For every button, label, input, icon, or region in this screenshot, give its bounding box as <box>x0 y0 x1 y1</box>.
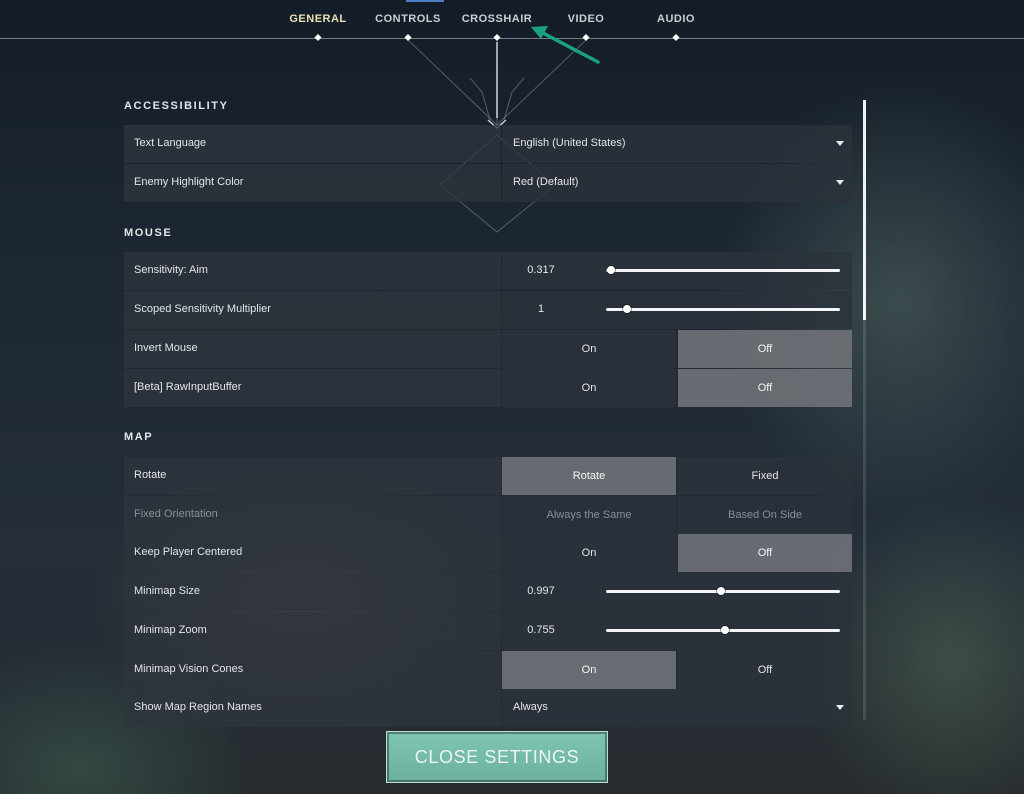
setting-label: Show Map Region Names <box>134 701 262 713</box>
setting-label: Fixed Orientation <box>134 508 218 520</box>
slider-value[interactable]: 0.997 <box>502 585 580 597</box>
slider-value[interactable]: 0.317 <box>502 264 580 276</box>
dropdown-value: Always <box>513 701 548 713</box>
setting-label: Minimap Zoom <box>134 624 207 636</box>
dropdown-value: English (United States) <box>513 137 626 149</box>
dropdown-value: Red (Default) <box>513 176 579 188</box>
setting-row-invert-mouse: Invert Mouse On Off <box>124 330 852 368</box>
close-settings-button[interactable]: CLOSE SETTINGS <box>386 731 608 783</box>
setting-label: Rotate <box>134 469 167 481</box>
always-same-option-button: Always the Same <box>502 496 676 534</box>
tab-audio[interactable]: AUDIO <box>657 13 695 27</box>
caret-down-icon <box>836 180 844 185</box>
rotate-option-button[interactable]: Rotate <box>502 457 676 495</box>
minimap-size-slider[interactable] <box>606 587 840 595</box>
slider-thumb[interactable] <box>623 305 632 313</box>
enemy-highlight-dropdown[interactable]: Red (Default) <box>502 164 852 202</box>
slider-value[interactable]: 0.755 <box>502 624 580 636</box>
setting-label: Keep Player Centered <box>134 546 243 558</box>
setting-row-text-language: Text Language English (United States) <box>124 125 852 163</box>
setting-row-raw-input-buffer: [Beta] RawInputBuffer On Off <box>124 369 852 407</box>
tab-marker <box>582 33 590 42</box>
invert-mouse-off-button[interactable]: Off <box>678 330 852 368</box>
vision-cones-off-button[interactable]: Off <box>678 651 852 689</box>
settings-nav: GENERAL CONTROLS CROSSHAIR VIDEO AUDIO <box>0 0 1024 42</box>
nav-divider <box>0 38 1024 39</box>
setting-label: Sensitivity: Aim <box>134 264 208 276</box>
close-settings-label: CLOSE SETTINGS <box>414 747 580 767</box>
setting-row-keep-player-centered: Keep Player Centered On Off <box>124 534 852 572</box>
keep-centered-off-button[interactable]: Off <box>678 534 852 572</box>
setting-label: Minimap Size <box>134 585 201 597</box>
setting-row-fixed-orientation: Fixed Orientation Always the Same Based … <box>124 496 852 534</box>
scrollbar-thumb[interactable] <box>863 100 866 320</box>
setting-row-enemy-highlight-color: Enemy Highlight Color Red (Default) <box>124 164 852 202</box>
slider-thumb[interactable] <box>721 626 730 634</box>
tab-marker <box>314 33 322 42</box>
tab-marker <box>493 33 501 42</box>
sensitivity-slider[interactable] <box>606 266 840 274</box>
setting-label: Enemy Highlight Color <box>134 176 244 188</box>
setting-row-minimap-size: Minimap Size 0.997 <box>124 573 852 611</box>
tab-crosshair[interactable]: CROSSHAIR <box>462 13 533 27</box>
nav-top-highlight <box>406 0 444 2</box>
settings-scrollbar[interactable] <box>863 100 866 720</box>
tab-video[interactable]: VIDEO <box>568 13 605 27</box>
setting-label: [Beta] RawInputBuffer <box>134 381 242 393</box>
invert-mouse-on-button[interactable]: On <box>502 330 676 368</box>
region-names-dropdown[interactable]: Always <box>502 689 852 727</box>
slider-thumb[interactable] <box>716 587 725 595</box>
tab-general[interactable]: GENERAL <box>289 13 346 27</box>
keep-centered-on-button[interactable]: On <box>502 534 676 572</box>
text-language-dropdown[interactable]: English (United States) <box>502 125 852 163</box>
slider-value[interactable]: 1 <box>502 303 580 315</box>
minimap-zoom-slider[interactable] <box>606 626 840 634</box>
setting-row-minimap-vision-cones: Minimap Vision Cones On Off <box>124 651 852 689</box>
caret-down-icon <box>836 141 844 146</box>
setting-row-show-map-region-names: Show Map Region Names Always <box>124 689 852 727</box>
setting-row-rotate: Rotate Rotate Fixed <box>124 457 852 495</box>
raw-input-on-button[interactable]: On <box>502 369 676 407</box>
vision-cones-on-button[interactable]: On <box>502 651 676 689</box>
setting-row-sensitivity-aim: Sensitivity: Aim 0.317 <box>124 252 852 290</box>
tab-marker <box>404 33 412 42</box>
section-title-map: MAP <box>124 431 154 443</box>
section-title-accessibility: ACCESSIBILITY <box>124 100 229 112</box>
tab-marker <box>672 33 680 42</box>
raw-input-off-button[interactable]: Off <box>678 369 852 407</box>
setting-row-scoped-sensitivity: Scoped Sensitivity Multiplier 1 <box>124 291 852 329</box>
based-on-side-option-button: Based On Side <box>678 496 852 534</box>
caret-down-icon <box>836 705 844 710</box>
fixed-option-button[interactable]: Fixed <box>678 457 852 495</box>
setting-label: Invert Mouse <box>134 342 198 354</box>
setting-label: Scoped Sensitivity Multiplier <box>134 303 271 315</box>
scoped-sensitivity-slider[interactable] <box>606 305 840 313</box>
setting-label: Minimap Vision Cones <box>134 663 244 675</box>
slider-thumb[interactable] <box>606 266 615 274</box>
setting-label: Text Language <box>134 137 207 149</box>
section-title-mouse: MOUSE <box>124 227 173 239</box>
setting-row-minimap-zoom: Minimap Zoom 0.755 <box>124 612 852 650</box>
tab-controls[interactable]: CONTROLS <box>375 13 441 27</box>
